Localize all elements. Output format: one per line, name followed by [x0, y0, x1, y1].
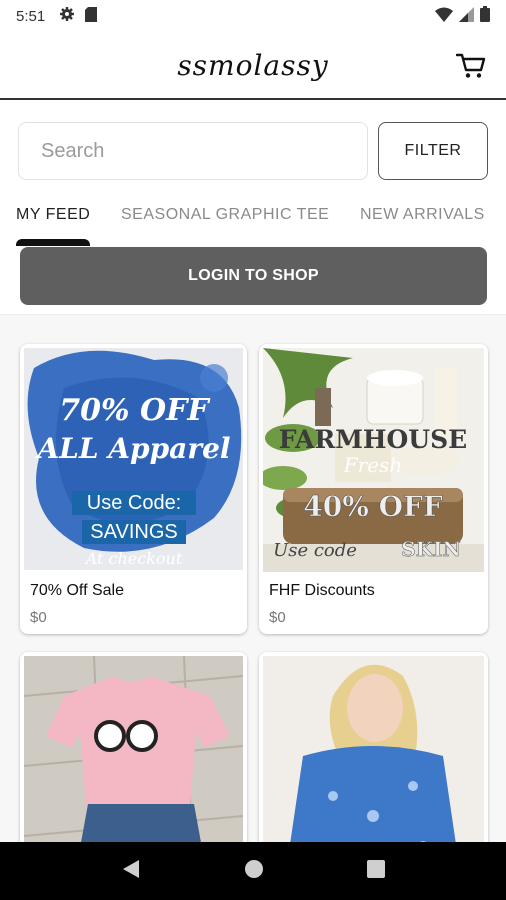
product-price: $0: [30, 609, 47, 626]
image-text-savings: SAVINGS: [90, 521, 177, 543]
cart-icon[interactable]: [455, 50, 486, 80]
status-time: 5:51: [16, 7, 46, 25]
recents-icon[interactable]: [366, 859, 385, 883]
image-text-40-off: 40% OFF: [303, 490, 443, 523]
product-card[interactable]: [20, 652, 247, 842]
product-image[interactable]: FARMHOUSE Fresh 40% OFF Use code SKIN: [263, 348, 484, 572]
app-logo[interactable]: ssmolassy: [177, 49, 328, 82]
image-text-use-code: Use code: [273, 540, 357, 561]
wifi-icon: [435, 7, 453, 26]
product-card[interactable]: FARMHOUSE Fresh 40% OFF Use code SKIN FH…: [259, 344, 488, 634]
product-name: 70% Off Sale: [30, 582, 124, 599]
product-price: $0: [269, 609, 286, 626]
image-text-fresh: Fresh: [343, 453, 402, 477]
home-icon[interactable]: [244, 859, 264, 884]
product-image[interactable]: 70% OFF ALL Apparel Use Code: SAVINGS At…: [24, 348, 243, 570]
category-tabs: MY FEED SEASONAL GRAPHIC TEE NEW ARRIVAL…: [0, 200, 506, 246]
gear-icon: [59, 6, 75, 26]
product-name: FHF Discounts: [269, 582, 375, 599]
tab-seasonal-graphic-tee[interactable]: SEASONAL GRAPHIC TEE: [121, 206, 329, 224]
image-text-at-checkout: At checkout: [84, 549, 183, 568]
search-input[interactable]: Search: [18, 122, 368, 180]
sd-card-icon: [85, 6, 98, 26]
image-text-70-off: 70% OFF: [59, 393, 211, 428]
image-text-all-apparel: ALL Apparel: [34, 432, 230, 465]
product-card[interactable]: 70% OFF ALL Apparel Use Code: SAVINGS At…: [20, 344, 247, 634]
tab-new-arrivals[interactable]: NEW ARRIVALS: [360, 206, 485, 224]
battery-icon: [480, 6, 490, 26]
login-to-shop-button[interactable]: LOGIN TO SHOP: [20, 247, 487, 305]
product-image[interactable]: [263, 656, 484, 842]
image-text-use-code: Use Code:: [87, 492, 182, 514]
active-tab-indicator: [16, 239, 90, 246]
product-grid: 70% OFF ALL Apparel Use Code: SAVINGS At…: [0, 314, 506, 842]
image-text-skin: SKIN: [401, 537, 460, 561]
system-nav-bar: [0, 842, 506, 900]
tab-my-feed[interactable]: MY FEED: [16, 206, 90, 224]
product-image[interactable]: [24, 656, 243, 842]
back-icon[interactable]: [121, 859, 141, 884]
filter-button[interactable]: FILTER: [378, 122, 488, 180]
status-bar: 5:51: [0, 0, 506, 32]
image-text-farmhouse: FARMHOUSE: [279, 425, 467, 454]
signal-icon: [459, 6, 474, 26]
app-bar: ssmolassy: [0, 32, 506, 100]
product-card[interactable]: [259, 652, 488, 842]
